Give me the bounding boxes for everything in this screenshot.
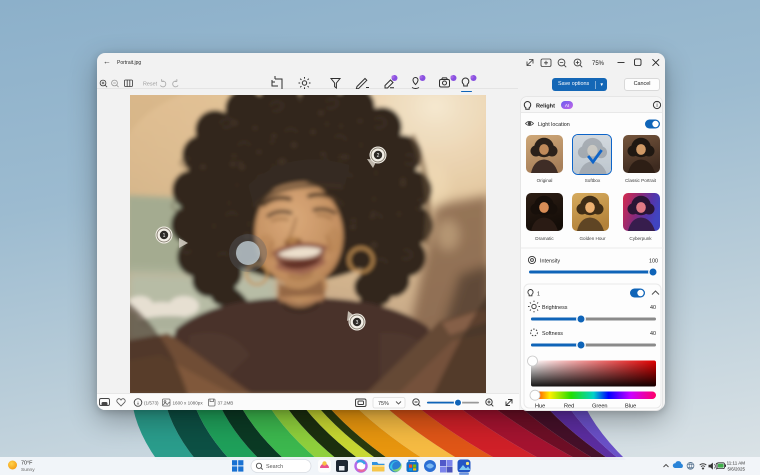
svg-text:5/6/2025: 5/6/2025 [727, 467, 745, 472]
svg-text:37.2MB: 37.2MB [218, 400, 234, 405]
svg-text:70°F: 70°F [21, 461, 33, 467]
svg-text:Sunny: Sunny [21, 467, 35, 473]
svg-text:(1/573): (1/573) [144, 400, 159, 405]
svg-text:Red: Red [564, 404, 574, 410]
svg-text:2: 2 [377, 153, 380, 159]
svg-text:100: 100 [649, 258, 658, 264]
svg-text:1: 1 [163, 233, 166, 239]
svg-text:Relight: Relight [536, 103, 555, 109]
svg-text:Hue: Hue [535, 404, 545, 410]
svg-text:AI: AI [565, 103, 569, 108]
svg-text:Softness: Softness [542, 331, 563, 337]
svg-text:1600 x 1080px: 1600 x 1080px [173, 400, 204, 405]
svg-text:75%: 75% [592, 61, 605, 67]
svg-text:Search: Search [266, 464, 283, 470]
svg-text:75%: 75% [378, 401, 389, 407]
svg-text:Light location: Light location [538, 122, 570, 128]
svg-text:Reset: Reset [143, 82, 158, 88]
svg-text:Green: Green [592, 404, 608, 410]
svg-text:1: 1 [537, 291, 540, 297]
svg-text:40: 40 [650, 331, 656, 337]
svg-text:Intensity: Intensity [540, 258, 560, 264]
svg-text:i: i [656, 103, 657, 109]
svg-text:Blue: Blue [625, 404, 636, 410]
svg-text:11:11 AM: 11:11 AM [727, 461, 746, 466]
svg-text:Brightness: Brightness [542, 305, 568, 311]
svg-text:40: 40 [650, 305, 656, 311]
svg-text:3: 3 [356, 320, 359, 326]
